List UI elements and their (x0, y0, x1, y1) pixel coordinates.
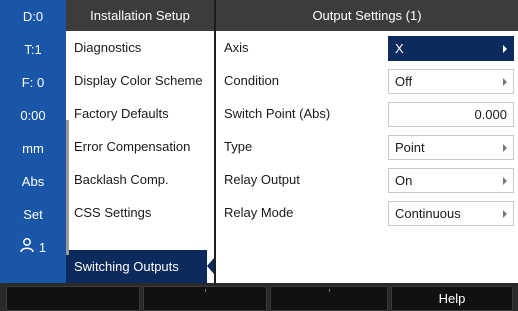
chevron-right-icon (503, 78, 507, 86)
feed-rate-indicator[interactable]: F: 0 (0, 66, 66, 99)
switch-point-input[interactable]: 0.000 (388, 102, 514, 127)
chevron-right-icon (503, 210, 507, 218)
setting-row-switch-point: Switch Point (Abs) 0.000 (216, 97, 518, 130)
relay-mode-dropdown[interactable]: Continuous (388, 201, 514, 226)
user-indicator[interactable]: 1 (0, 231, 66, 264)
chevron-right-icon (503, 144, 507, 152)
setting-row-type: Type Point (216, 130, 518, 163)
set-indicator[interactable]: Set (0, 198, 66, 231)
setting-label: Type (224, 139, 253, 154)
setting-row-axis: Axis X (216, 31, 518, 64)
chevron-right-icon (503, 45, 507, 53)
menu-item-display-color-scheme[interactable]: Display Color Scheme (66, 64, 214, 97)
setting-value: X (395, 41, 404, 56)
setting-label: Relay Mode (224, 205, 294, 220)
abs-inc-indicator[interactable]: Abs (0, 165, 66, 198)
output-settings-panel: Axis X Condition Off Switch Point (Abs) … (216, 31, 518, 283)
chevron-right-icon (503, 177, 507, 185)
units-indicator[interactable]: mm (0, 132, 66, 165)
tool-indicator[interactable]: T:1 (0, 33, 66, 66)
status-bar: D:0 T:1 F: 0 0:00 mm Abs Set 1 (0, 0, 66, 283)
setting-value: On (395, 173, 413, 188)
menu-item-factory-defaults[interactable]: Factory Defaults (66, 97, 214, 130)
softkey-2[interactable] (143, 286, 267, 311)
menu-item-backlash-comp[interactable]: Backlash Comp. (66, 163, 214, 196)
user-icon (20, 232, 36, 265)
softkey-tick (205, 289, 206, 292)
menu-item-css-settings[interactable]: CSS Settings (66, 196, 214, 229)
axis-dropdown[interactable]: X (388, 36, 514, 61)
setting-label: Axis (224, 40, 249, 55)
softkey-1[interactable] (6, 286, 140, 311)
softkey-tick (329, 289, 330, 292)
setting-value: Continuous (395, 206, 461, 221)
setting-row-relay-mode: Relay Mode Continuous (216, 196, 518, 229)
setting-label: Condition (224, 73, 279, 88)
setting-row-relay-output: Relay Output On (216, 163, 518, 196)
type-dropdown[interactable]: Point (388, 135, 514, 160)
setting-label: Switch Point (Abs) (224, 106, 331, 121)
condition-dropdown[interactable]: Off (388, 69, 514, 94)
setting-row-condition: Condition Off (216, 64, 518, 97)
menu-item-error-compensation[interactable]: Error Compensation (66, 130, 214, 163)
softkey-3[interactable] (270, 286, 388, 311)
installation-setup-menu: Diagnostics Display Color Scheme Factory… (66, 31, 214, 283)
setting-value: Point (395, 140, 425, 155)
relay-output-dropdown[interactable]: On (388, 168, 514, 193)
setting-label: Relay Output (224, 172, 300, 187)
stopwatch-indicator[interactable]: 0:00 (0, 99, 66, 132)
menu-item-switching-outputs[interactable]: Switching Outputs (66, 250, 214, 283)
user-id: 1 (38, 240, 47, 255)
datum-indicator[interactable]: D:0 (0, 0, 66, 33)
panel-header: Output Settings (1) (216, 0, 518, 31)
help-softkey[interactable]: Help (391, 286, 513, 311)
menu-header: Installation Setup (66, 0, 214, 31)
setting-value: Off (395, 74, 413, 89)
menu-scrollbar[interactable] (66, 120, 69, 255)
menu-item-diagnostics[interactable]: Diagnostics (66, 31, 214, 64)
softkey-bar: Help (0, 283, 518, 311)
